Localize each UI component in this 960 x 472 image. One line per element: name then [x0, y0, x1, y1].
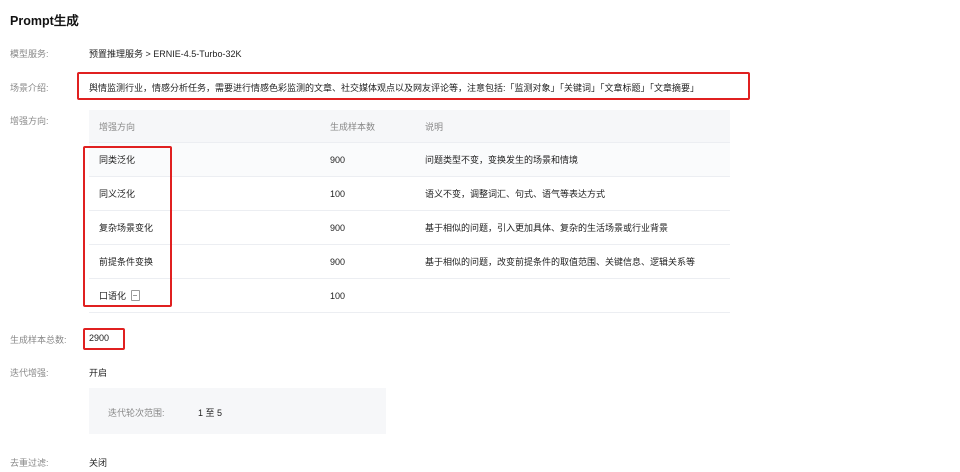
model-label: 模型服务: [10, 49, 49, 59]
row-count: 100 [320, 176, 415, 211]
iter-settings-panel: 迭代轮次范围: 1 至 5 [89, 388, 386, 434]
row-desc: 语义不变，调整词汇、句式、语气等表达方式 [415, 176, 730, 211]
highlight-box-directions [83, 146, 172, 307]
iter-range-value: 1 至 5 [198, 408, 223, 418]
row-count: 900 [320, 142, 415, 177]
model-value: 预置推理服务 > ERNIE-4.5-Turbo-32K [89, 49, 242, 59]
highlight-box-scene [77, 72, 750, 100]
col-header-count: 生成样本数 [320, 110, 415, 143]
enhance-label: 增强方向: [10, 116, 49, 126]
table-row: 同义泛化 100 语义不变，调整词汇、句式、语气等表达方式 [89, 176, 730, 211]
row-desc: 问题类型不变，变换发生的场景和情境 [415, 142, 730, 177]
dedup-value: 关闭 [89, 458, 108, 468]
page-title: Prompt生成 [10, 14, 79, 28]
row-count: 900 [320, 244, 415, 279]
total-label: 生成样本总数: [10, 335, 67, 345]
table-row: 口语化 100 [89, 278, 730, 313]
scene-label: 场景介绍: [10, 83, 49, 93]
iter-label: 迭代增强: [10, 368, 49, 378]
row-count: 100 [320, 278, 415, 313]
table-header: 增强方向 生成样本数 说明 [89, 110, 730, 143]
iter-range-label: 迭代轮次范围: [108, 408, 165, 418]
col-header-desc: 说明 [415, 110, 730, 143]
row-desc [415, 278, 730, 313]
col-header-direction: 增强方向 [89, 110, 320, 143]
dedup-label: 去重过滤: [10, 458, 49, 468]
iter-value: 开启 [89, 368, 108, 378]
row-desc: 基于相似的问题，改变前提条件的取值范围、关键信息、逻辑关系等 [415, 244, 730, 279]
row-count: 900 [320, 210, 415, 245]
highlight-box-total [83, 328, 125, 350]
enhance-table: 增强方向 生成样本数 说明 同类泛化 900 问题类型不变，变换发生的场景和情境… [89, 110, 730, 313]
table-row: 同类泛化 900 问题类型不变，变换发生的场景和情境 [89, 142, 730, 177]
row-desc: 基于相似的问题，引入更加具体、复杂的生活场景或行业背景 [415, 210, 730, 245]
table-row: 复杂场景变化 900 基于相似的问题，引入更加具体、复杂的生活场景或行业背景 [89, 210, 730, 245]
table-row: 前提条件变换 900 基于相似的问题，改变前提条件的取值范围、关键信息、逻辑关系… [89, 244, 730, 279]
